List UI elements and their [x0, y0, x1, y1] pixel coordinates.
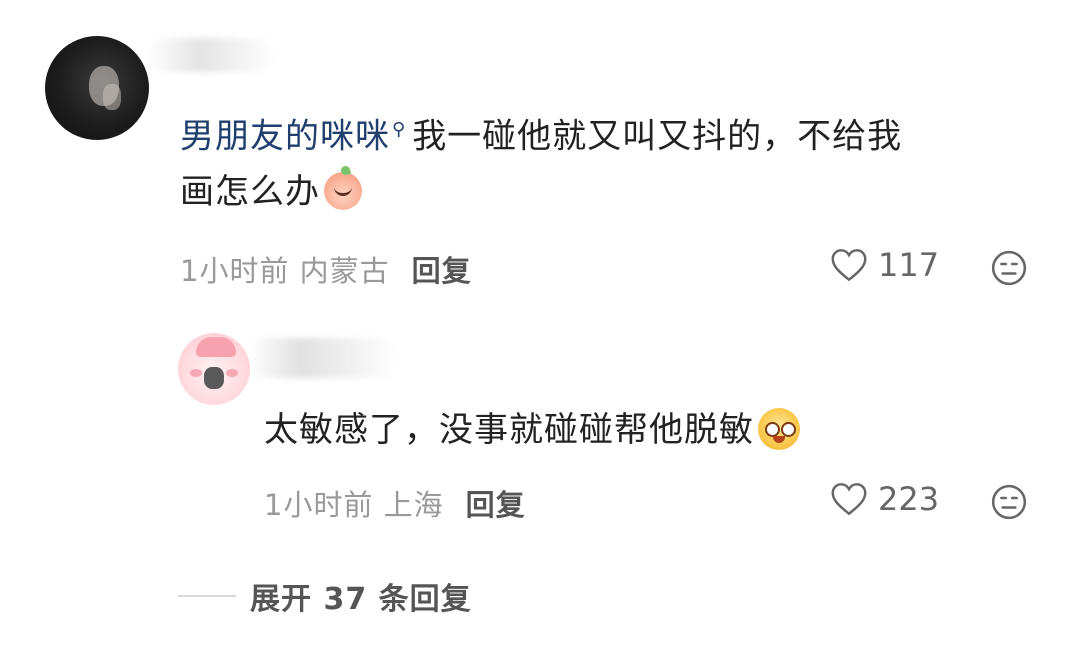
- reply-like-count: 223: [878, 480, 940, 518]
- comment-author-tag[interactable]: 男朋友的咪咪: [180, 116, 390, 156]
- expand-divider-line: [178, 595, 236, 597]
- gold-surprised-emoji-icon: [758, 408, 800, 450]
- reply-reply-button[interactable]: 回复: [466, 488, 526, 522]
- expand-replies-button[interactable]: 展开 37 条回复: [178, 574, 472, 618]
- heart-icon: [831, 483, 867, 516]
- comment-like-button[interactable]: 117: [830, 246, 939, 284]
- comment-avatar[interactable]: [45, 36, 149, 140]
- comment-reply-button[interactable]: 回复: [412, 254, 472, 288]
- reply-like-button[interactable]: 223: [830, 480, 939, 518]
- avatar-cheek-left: [190, 369, 202, 377]
- search-icon: ⚲: [392, 119, 407, 140]
- comment-text-2: 画怎么办: [180, 172, 320, 212]
- reply-username-blurred[interactable]: [248, 338, 398, 378]
- expand-replies-label: 展开 37 条回复: [250, 582, 472, 617]
- comment-text-1: 我一碰他就又叫又抖的，不给我: [412, 116, 903, 157]
- reply-text-line: 太敏感了，没事就碰碰帮他脱敏: [264, 408, 1064, 452]
- avatar-hand-shape: [103, 84, 121, 110]
- reply-meta: 1小时前 上海 回复: [264, 482, 526, 524]
- comment-like-count: 117: [878, 246, 940, 284]
- comment-text-line-2: 画怎么办: [180, 170, 1060, 214]
- avatar-cheek-right: [226, 369, 238, 377]
- reply-avatar[interactable]: [178, 333, 250, 405]
- bubble-smile-emoji-icon: [324, 172, 362, 210]
- dislike-face-icon[interactable]: [990, 483, 1028, 521]
- reply-time-location: 1小时前 上海: [264, 488, 444, 522]
- comment-username-blurred[interactable]: [148, 38, 276, 72]
- reply-text: 太敏感了，没事就碰碰帮他脱敏: [264, 410, 754, 450]
- avatar-crest-shape: [196, 337, 236, 357]
- comment-text-line-1: 男朋友的咪咪 ⚲ 我一碰他就又叫又抖的，不给我: [180, 108, 1060, 158]
- heart-icon: [831, 249, 867, 282]
- avatar-cat-shape: [204, 367, 224, 389]
- comment-time-location: 1小时前 内蒙古: [180, 254, 390, 288]
- comment-meta: 1小时前 内蒙古 回复: [180, 248, 472, 290]
- dislike-face-icon[interactable]: [990, 249, 1028, 287]
